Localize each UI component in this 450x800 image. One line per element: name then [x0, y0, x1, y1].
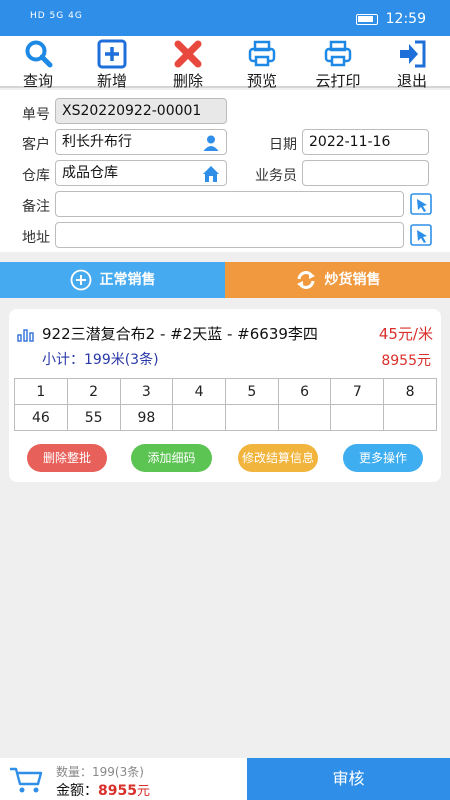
grid-col-header: 6	[277, 378, 332, 405]
add-icon	[97, 39, 127, 69]
edit-settlement-button[interactable]: 修改结算信息	[238, 444, 318, 472]
address-label: 地址	[22, 230, 50, 246]
cart-icon[interactable]	[8, 766, 44, 794]
warehouse-field[interactable]: 成品仓库	[55, 160, 227, 186]
grid-header-row: 1 2 3 4 5 6 7 8	[14, 378, 437, 405]
bar-chart-icon	[17, 329, 34, 342]
grid-cell[interactable]	[277, 404, 332, 431]
grid-col-header: 4	[172, 378, 226, 405]
cloud-printer-icon	[324, 40, 352, 67]
delete-button[interactable]: 删除	[158, 36, 218, 90]
search-icon	[25, 40, 53, 68]
total-amount: 金额：8955元	[56, 780, 150, 800]
approve-button[interactable]: 审核	[247, 758, 450, 800]
query-button[interactable]: 查询	[8, 36, 68, 90]
tab-speculative-sales[interactable]: 炒货销售	[225, 262, 450, 298]
grid-cell[interactable]	[330, 404, 385, 431]
grid-col-header: 2	[66, 378, 121, 405]
home-icon[interactable]	[202, 165, 220, 183]
order-no-label: 单号	[22, 107, 50, 123]
customer-value: 利长升布行	[62, 134, 132, 150]
delete-batch-button[interactable]: 删除整批	[27, 444, 107, 472]
unit-price: 45元/米	[378, 325, 433, 343]
grid-cell[interactable]: 46	[14, 404, 68, 431]
sales-tabs: 正常销售 炒货销售	[0, 262, 450, 298]
item-amount: 8955元	[381, 353, 431, 369]
cloud-print-button[interactable]: 云打印	[308, 36, 368, 90]
salesperson-label: 业务员	[255, 168, 297, 184]
cloud-print-label: 云打印	[315, 72, 361, 90]
signal-indicator: HD 5G 4G	[30, 11, 83, 21]
grid-col-header: 1	[14, 378, 68, 405]
battery-icon	[356, 14, 378, 25]
delete-icon	[174, 40, 202, 68]
clock: 12:59	[385, 11, 426, 27]
grid-col-header: 5	[224, 378, 279, 405]
address-picker-icon[interactable]	[410, 224, 432, 246]
add-detail-button[interactable]: 添加细码	[131, 444, 212, 472]
preview-label: 预览	[246, 72, 277, 90]
product-card: 922三潜复合布2 - #2天蓝 - #6639李四 45元/米 小计：199米…	[9, 309, 441, 482]
grid-col-header: 8	[383, 378, 437, 405]
exit-label: 退出	[396, 72, 427, 90]
order-no-field: XS20220922-00001	[55, 98, 227, 124]
more-actions-button[interactable]: 更多操作	[343, 444, 423, 472]
person-icon[interactable]	[202, 134, 220, 152]
order-form: 单号 XS20220922-00001 客户 利长升布行 日期 2022-11-…	[0, 90, 450, 252]
date-field[interactable]: 2022-11-16	[302, 129, 429, 155]
remark-picker-icon[interactable]	[410, 193, 432, 215]
exit-button[interactable]: 退出	[382, 36, 442, 90]
toolbar: 查询 新增 删除 预览 云打印 退出	[0, 36, 450, 90]
salesperson-field[interactable]	[302, 160, 429, 186]
exit-icon	[400, 40, 426, 68]
remark-field[interactable]	[55, 191, 404, 217]
grid-value-row: 46 55 98	[14, 404, 437, 431]
grid-col-header: 3	[119, 378, 174, 405]
remark-label: 备注	[22, 199, 50, 215]
plus-circle-icon	[70, 269, 91, 291]
total-amount-unit: 元	[136, 784, 150, 799]
warehouse-value: 成品仓库	[62, 165, 118, 181]
date-label: 日期	[269, 137, 297, 153]
grid-cell[interactable]	[224, 404, 279, 431]
grid-col-header: 7	[330, 378, 385, 405]
customer-field[interactable]: 利长升布行	[55, 129, 227, 155]
subtotal: 小计：199米(3条)	[42, 352, 159, 368]
roll-grid: 1 2 3 4 5 6 7 8 46 55 98	[14, 378, 437, 431]
delete-label: 删除	[172, 72, 203, 90]
grid-cell[interactable]	[172, 404, 226, 431]
grid-cell[interactable]: 98	[119, 404, 174, 431]
tab-normal-sales[interactable]: 正常销售	[0, 262, 225, 298]
tab-speculative-sales-label: 炒货销售	[324, 272, 381, 288]
bottom-bar: 数量：199(3条) 金额：8955元 审核	[0, 758, 450, 800]
grid-cell[interactable]: 55	[66, 404, 121, 431]
add-button[interactable]: 新增	[82, 36, 142, 90]
warehouse-label: 仓库	[22, 168, 50, 184]
total-amount-label: 金额：	[56, 783, 98, 799]
total-quantity: 数量：199(3条)	[56, 765, 144, 779]
address-field[interactable]	[55, 222, 404, 248]
product-name: 922三潜复合布2 - #2天蓝 - #6639李四	[42, 325, 318, 343]
customer-label: 客户	[22, 137, 50, 153]
add-label: 新增	[96, 72, 127, 90]
refresh-icon	[296, 271, 315, 289]
status-bar: HD 5G 4G 12:59	[0, 0, 450, 36]
preview-button[interactable]: 预览	[232, 36, 292, 90]
tab-normal-sales-label: 正常销售	[99, 272, 156, 288]
query-label: 查询	[22, 72, 53, 90]
printer-icon	[248, 40, 276, 67]
total-amount-value: 8955	[98, 783, 137, 799]
grid-cell[interactable]	[383, 404, 437, 431]
